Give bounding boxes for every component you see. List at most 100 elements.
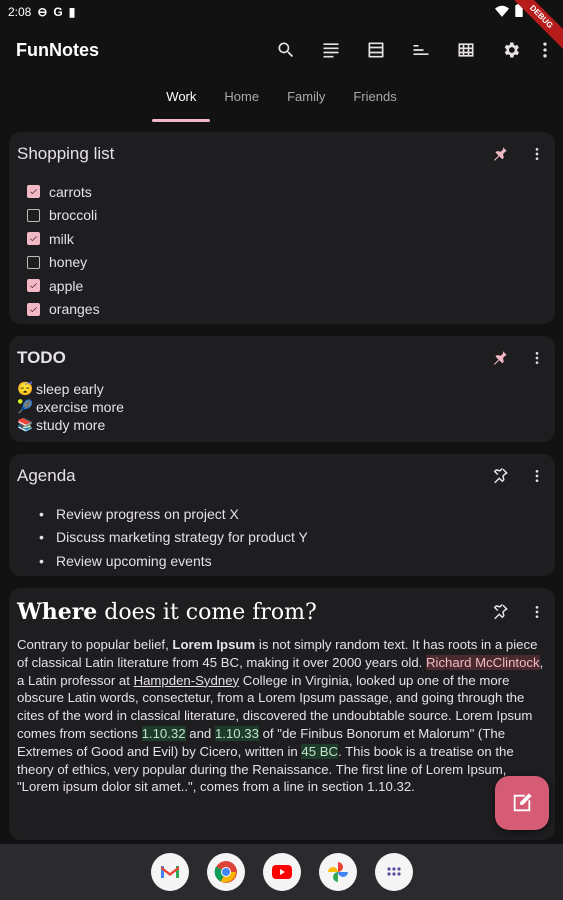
checkbox-checked[interactable] xyxy=(27,302,40,316)
pin-button[interactable] xyxy=(485,346,515,370)
checklist-item-label: carrots xyxy=(49,183,92,200)
list-item: 🎾 exercise more xyxy=(17,398,547,416)
note-title: Where does it come from? xyxy=(17,599,485,625)
search-icon xyxy=(277,42,293,58)
list-item-label: study more xyxy=(36,417,106,433)
pin-filled-icon xyxy=(494,147,507,161)
books-icon: 📚 xyxy=(17,417,34,432)
tab-work[interactable]: Work xyxy=(152,84,211,122)
more-vert-icon xyxy=(535,470,539,482)
text: and xyxy=(185,725,215,741)
sort-button[interactable] xyxy=(398,35,443,65)
list-item: 📚 study more xyxy=(17,416,547,434)
title-bold: Where xyxy=(17,599,98,625)
sd-card-icon: ▮ xyxy=(68,5,76,19)
photos-icon xyxy=(327,862,348,882)
highlight-green: 45 BC xyxy=(301,743,339,759)
note-menu-button[interactable] xyxy=(527,346,547,370)
tennis-icon: 🎾 xyxy=(17,399,34,414)
checkbox-checked[interactable] xyxy=(27,185,40,199)
note-menu-button[interactable] xyxy=(527,142,547,166)
more-vert-icon xyxy=(543,42,547,58)
more-vert-icon xyxy=(535,606,539,618)
app-drawer[interactable] xyxy=(374,853,413,891)
checkbox-checked[interactable] xyxy=(27,232,40,246)
tab-family[interactable]: Family xyxy=(273,84,339,122)
pin-outline-icon xyxy=(493,603,509,620)
view-agenda-icon xyxy=(368,42,383,58)
app-drawer-icon xyxy=(386,867,401,876)
list-item-label: Discuss marketing strategy for product Y xyxy=(56,529,308,546)
app-title: FunNotes xyxy=(16,39,99,60)
note-card-shopping-list[interactable]: Shopping list carrots broccoli milk hone… xyxy=(9,132,555,324)
checklist: carrots broccoli milk honey apple orange… xyxy=(17,180,547,321)
sort-icon xyxy=(413,45,428,55)
chrome-icon xyxy=(214,861,237,883)
checklist-item[interactable]: milk xyxy=(27,227,547,251)
checklist-item[interactable]: honey xyxy=(27,251,547,275)
title-rest: does it come from? xyxy=(97,600,317,625)
edit-note-icon xyxy=(513,793,532,812)
note-card-article[interactable]: Where does it come from? Contrary to pop… xyxy=(9,588,555,840)
search-button[interactable] xyxy=(263,35,308,65)
list-item: • Discuss marketing strategy for product… xyxy=(17,526,547,550)
bullet-list: • Review progress on project X • Discuss… xyxy=(17,502,547,573)
highlight-green: 1.10.33 xyxy=(214,725,259,741)
pin-filled-icon xyxy=(494,351,507,365)
list-item-label: sleep early xyxy=(36,381,104,397)
checklist-item[interactable]: oranges xyxy=(27,298,547,322)
tab-home[interactable]: Home xyxy=(210,84,273,122)
list-item-label: Review progress on project X xyxy=(56,505,239,522)
pin-outline-icon xyxy=(493,467,509,484)
checklist-item[interactable]: broccoli xyxy=(27,204,547,228)
new-note-fab[interactable] xyxy=(495,776,549,830)
app-bar: FunNotes xyxy=(0,24,563,76)
gmail-icon xyxy=(160,866,179,878)
checkbox-unchecked[interactable] xyxy=(27,255,40,269)
checklist-item-label: milk xyxy=(49,230,74,247)
bullet: • xyxy=(39,552,44,569)
list-item: • Review upcoming events xyxy=(17,549,547,573)
tab-bar: Work Home Family Friends xyxy=(0,84,563,122)
view-list-button[interactable] xyxy=(308,35,353,65)
view-agenda-button[interactable] xyxy=(353,35,398,65)
wifi-icon xyxy=(495,5,509,20)
checkbox-unchecked[interactable] xyxy=(27,208,40,222)
note-title: Shopping list xyxy=(17,144,115,163)
more-vert-icon xyxy=(535,148,539,160)
checklist-item[interactable]: carrots xyxy=(27,180,547,204)
settings-button[interactable] xyxy=(488,35,533,65)
list-item: 😴 sleep early xyxy=(17,380,547,398)
gmail-app[interactable] xyxy=(150,853,189,891)
note-menu-button[interactable] xyxy=(527,464,547,488)
note-card-agenda[interactable]: Agenda • Review progress on project X • … xyxy=(9,454,555,576)
note-menu-button[interactable] xyxy=(527,600,547,624)
overflow-menu-button[interactable] xyxy=(533,35,557,65)
checkbox-checked[interactable] xyxy=(27,279,40,293)
grid-button[interactable] xyxy=(443,35,488,65)
grid-icon xyxy=(458,43,473,57)
photos-app[interactable] xyxy=(318,853,357,891)
note-title: TODO xyxy=(17,348,66,367)
google-icon: G xyxy=(53,5,63,19)
note-title: Agenda xyxy=(17,466,76,485)
text: Contrary to popular belief, xyxy=(17,637,173,652)
sync-icon: ⊖ xyxy=(37,5,48,19)
checklist-item[interactable]: apple xyxy=(27,274,547,298)
note-card-todo[interactable]: TODO 😴 sleep early 🎾 exercise more 📚 stu… xyxy=(9,336,555,442)
chrome-app[interactable] xyxy=(206,853,245,891)
list-item: • Review progress on project X xyxy=(17,502,547,526)
more-vert-icon xyxy=(535,352,539,364)
bold-text: Lorem Ipsum xyxy=(172,637,256,652)
highlight-red: Richard McClintock xyxy=(426,654,540,670)
checklist-item-label: honey xyxy=(49,254,88,271)
bullet: • xyxy=(39,505,44,522)
view-list-icon xyxy=(323,43,338,58)
list-item-label: exercise more xyxy=(36,399,124,415)
tab-friends[interactable]: Friends xyxy=(339,84,410,122)
pin-button[interactable] xyxy=(485,600,515,624)
pin-button[interactable] xyxy=(485,464,515,488)
pin-button[interactable] xyxy=(485,142,515,166)
youtube-app[interactable] xyxy=(262,853,301,891)
list-item-label: Review upcoming events xyxy=(56,552,212,569)
